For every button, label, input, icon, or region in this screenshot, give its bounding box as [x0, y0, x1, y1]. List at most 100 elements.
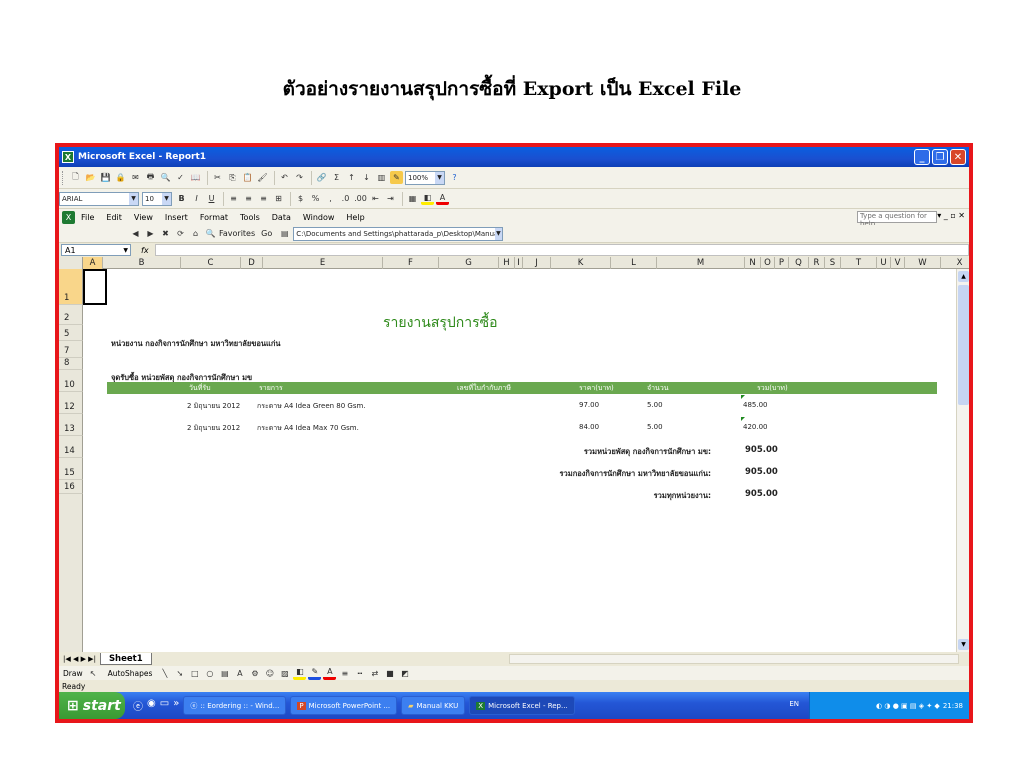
autoshapes-menu[interactable]: AutoShapes [108, 669, 153, 678]
cut-icon[interactable]: ✂ [211, 171, 224, 184]
zoom-select[interactable]: 100% ▼ [405, 170, 445, 185]
format-painter-icon[interactable]: 🖌 [256, 171, 269, 184]
language-indicator[interactable]: EN [789, 700, 799, 708]
fx-icon[interactable]: fx [141, 246, 149, 255]
doc-window-controls[interactable]: ▾ _ ▫ ✕ [937, 211, 965, 220]
decrease-indent-icon[interactable]: ⇤ [369, 192, 382, 205]
back-icon[interactable]: ◀ [129, 227, 142, 240]
column-header-u[interactable]: U [877, 257, 891, 269]
column-header-v[interactable]: V [891, 257, 905, 269]
menu-tools[interactable]: Tools [240, 213, 260, 222]
underline-icon[interactable]: U [205, 192, 218, 205]
column-header-l[interactable]: L [611, 257, 657, 269]
row-header-13[interactable]: 13 [59, 414, 83, 436]
fill-color-icon[interactable]: ◧ [421, 192, 434, 205]
search-web-icon[interactable]: 🔍 [204, 227, 217, 240]
wordart-icon[interactable]: A [233, 667, 246, 680]
sheet-tab-sheet1[interactable]: Sheet1 [99, 653, 152, 665]
print-icon[interactable]: 🖶 [144, 171, 157, 184]
increase-decimal-icon[interactable]: .0 [339, 192, 352, 205]
open-folder-icon[interactable]: 📂 [84, 171, 97, 184]
maximize-button[interactable]: ❐ [932, 149, 948, 165]
row-header-10[interactable]: 10 [59, 370, 83, 392]
column-header-p[interactable]: P [775, 257, 789, 269]
textbox-icon[interactable]: ▤ [218, 667, 231, 680]
taskbar-item-eordering[interactable]: ⓔ:: Eordering :: - Wind... [183, 696, 287, 715]
permission-icon[interactable]: 🔒 [114, 171, 127, 184]
menu-view[interactable]: View [134, 213, 153, 222]
font-size-select[interactable]: 10 ▼ [142, 191, 172, 206]
select-objects-icon[interactable]: ↖ [87, 667, 100, 680]
column-header-i[interactable]: I [515, 257, 523, 269]
close-button[interactable]: ✕ [950, 149, 966, 165]
spelling-icon[interactable]: ✓ [174, 171, 187, 184]
stop-icon[interactable]: ✖ [159, 227, 172, 240]
autosum-icon[interactable]: Σ [330, 171, 343, 184]
currency-icon[interactable]: $ [294, 192, 307, 205]
column-header-x[interactable]: X [941, 257, 969, 269]
fill-color-draw-icon[interactable]: ◧ [293, 667, 307, 680]
chart-wizard-icon[interactable]: ▥ [375, 171, 388, 184]
increase-indent-icon[interactable]: ⇥ [384, 192, 397, 205]
menu-data[interactable]: Data [272, 213, 291, 222]
row-header-8[interactable]: 8 [59, 358, 83, 370]
diagram-icon[interactable]: ⚙ [248, 667, 261, 680]
drawing-icon[interactable]: ✎ [390, 171, 403, 184]
column-header-b[interactable]: B [103, 257, 181, 269]
tray-icons[interactable]: ◐ ◑ ● ▣ ▤ ◈ ✦ ◆ [876, 702, 940, 710]
merge-center-icon[interactable]: ⊞ [272, 192, 285, 205]
column-header-c[interactable]: C [181, 257, 241, 269]
draw-menu[interactable]: Draw [63, 669, 83, 678]
picture-icon[interactable]: ▨ [278, 667, 291, 680]
column-header-r[interactable]: R [809, 257, 825, 269]
font-color-icon[interactable]: A [436, 192, 449, 205]
formula-input[interactable] [154, 244, 969, 256]
menu-help[interactable]: Help [346, 213, 364, 222]
row-header-12[interactable]: 12 [59, 392, 83, 414]
menu-window[interactable]: Window [303, 213, 335, 222]
row-header-14[interactable]: 14 [59, 436, 83, 458]
minimize-button[interactable]: _ [914, 149, 930, 165]
column-header-j[interactable]: J [523, 257, 551, 269]
row-header-5[interactable]: 5 [59, 325, 83, 341]
address-input[interactable]: C:\Documents and Settings\phattarada_p\D… [293, 226, 504, 241]
oval-icon[interactable]: ○ [203, 667, 216, 680]
column-header-m[interactable]: M [657, 257, 745, 269]
column-header-g[interactable]: G [439, 257, 499, 269]
worksheet-grid[interactable]: ABCDEFGHIJKLMNOPQRSTUVWXY 12578101213141… [59, 257, 969, 652]
line-icon[interactable]: ╲ [158, 667, 171, 680]
menu-file[interactable]: File [81, 213, 94, 222]
more-quicklaunch-icon[interactable]: » [173, 698, 179, 713]
copy-icon[interactable]: ⎘ [226, 171, 239, 184]
line-color-icon[interactable]: ✎ [308, 667, 322, 680]
show-web-toolbar-icon[interactable]: ▤ [278, 227, 291, 240]
taskbar-item-powerpoint[interactable]: P Microsoft PowerPoint ... [290, 696, 398, 715]
column-header-e[interactable]: E [263, 257, 383, 269]
menu-insert[interactable]: Insert [165, 213, 188, 222]
help-icon[interactable]: ? [448, 171, 461, 184]
horizontal-scrollbar[interactable] [509, 654, 959, 664]
select-all-corner[interactable] [59, 257, 83, 269]
decrease-decimal-icon[interactable]: .00 [354, 192, 367, 205]
favorites-menu[interactable]: Favorites [219, 229, 255, 238]
sort-descending-icon[interactable]: ↓ [360, 171, 373, 184]
dash-style-icon[interactable]: ┅ [353, 667, 366, 680]
sheet-nav-arrows[interactable]: |◀ ◀ ▶ ▶| [63, 655, 96, 663]
row-header-2[interactable]: 2 [59, 305, 83, 325]
italic-icon[interactable]: I [190, 192, 203, 205]
3d-icon[interactable]: ◩ [398, 667, 411, 680]
align-center-icon[interactable]: ≡ [242, 192, 255, 205]
refresh-icon[interactable]: ⟳ [174, 227, 187, 240]
column-header-a[interactable]: A [83, 257, 103, 269]
column-header-h[interactable]: H [499, 257, 515, 269]
clipart-icon[interactable]: ☺ [263, 667, 276, 680]
column-header-o[interactable]: O [761, 257, 775, 269]
start-button[interactable]: ⊞ start [59, 692, 125, 719]
name-box[interactable]: A1 ▼ [61, 244, 131, 256]
email-icon[interactable]: ✉ [129, 171, 142, 184]
new-file-icon[interactable]: 🗋 [69, 171, 82, 184]
arrow-icon[interactable]: ➘ [173, 667, 186, 680]
undo-icon[interactable]: ↶ [278, 171, 291, 184]
menu-edit[interactable]: Edit [106, 213, 122, 222]
rectangle-icon[interactable]: □ [188, 667, 201, 680]
